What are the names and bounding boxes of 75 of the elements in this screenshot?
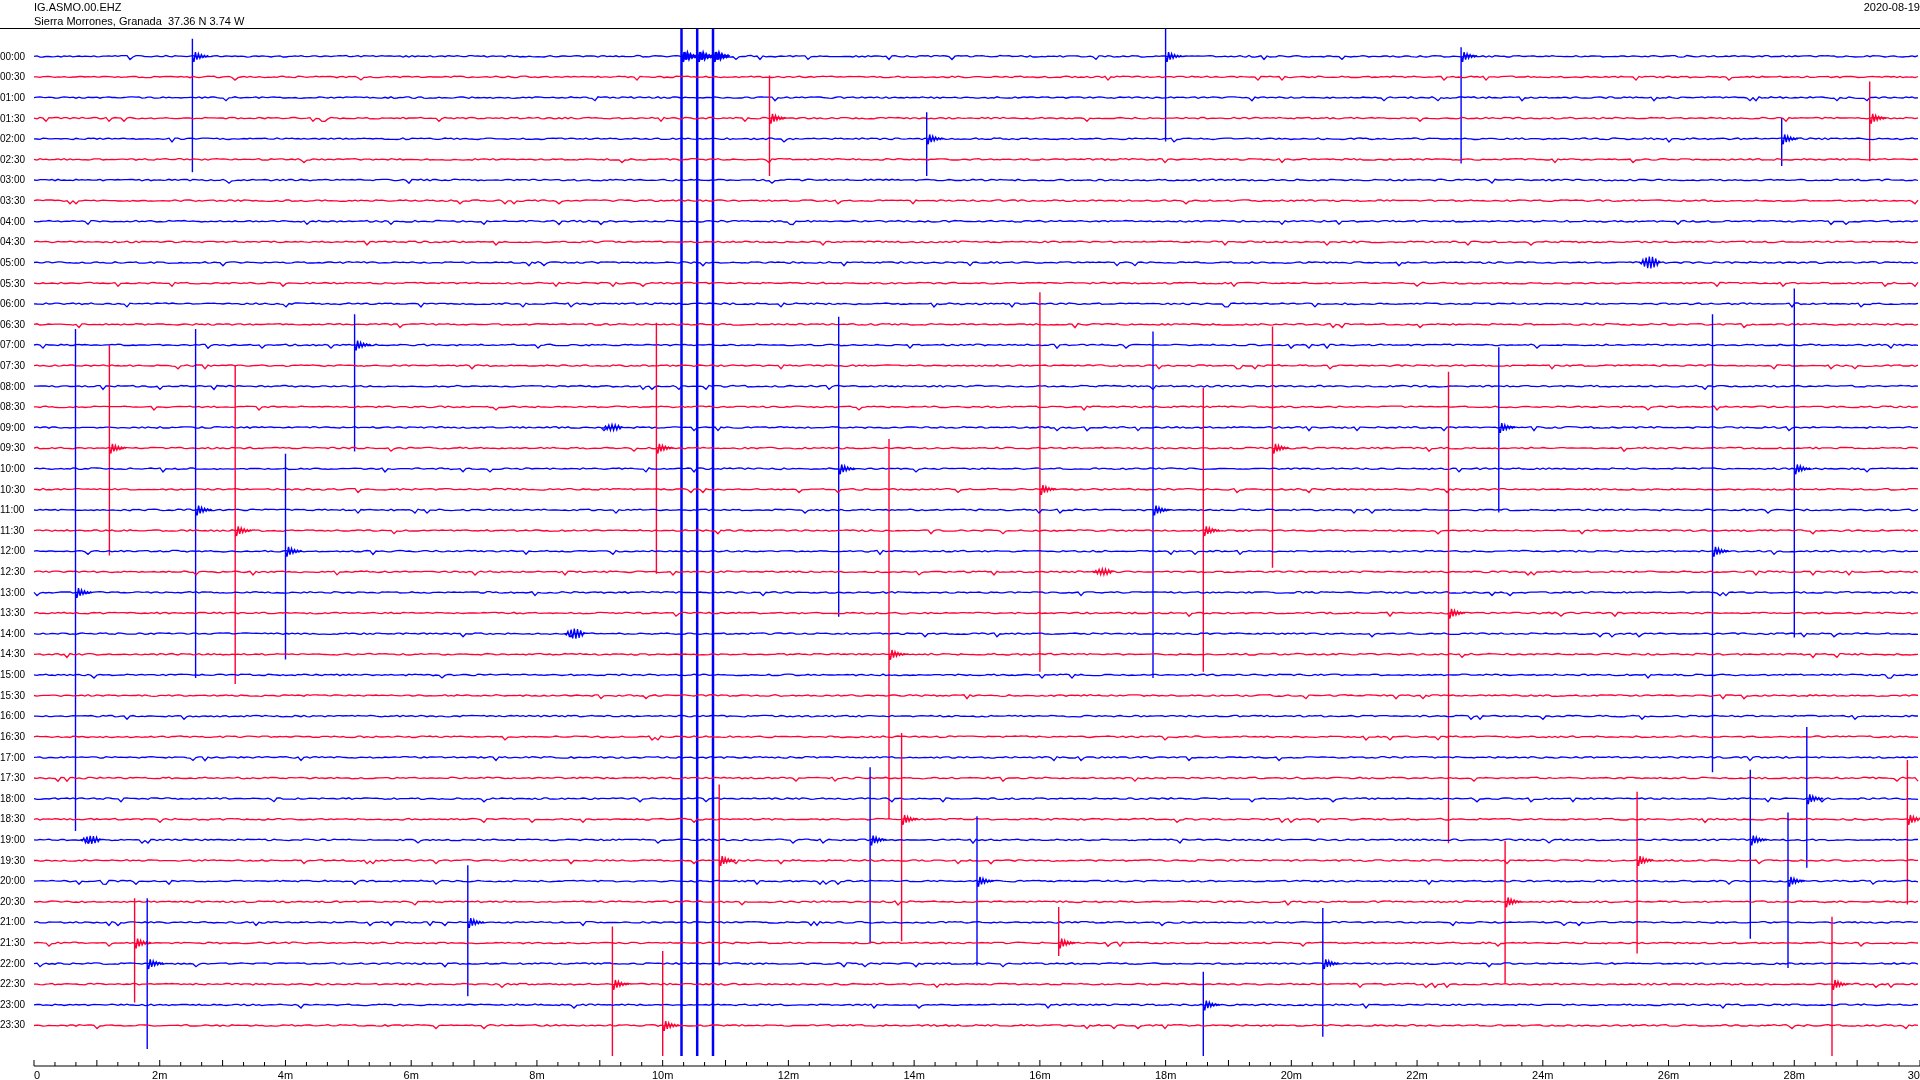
axis-tick-label: 20m	[1280, 1069, 1303, 1080]
time-label: 06:00	[0, 298, 26, 310]
time-label: 15:00	[0, 669, 26, 681]
time-label: 08:30	[0, 401, 26, 413]
time-label: 02:00	[0, 133, 26, 145]
time-label: 07:00	[0, 339, 26, 351]
axis-tick-label: 14m	[903, 1069, 925, 1080]
time-label: 07:30	[0, 359, 26, 371]
axis-tick-label: 30	[1907, 1069, 1920, 1080]
seismic-burst	[564, 628, 587, 640]
time-label: 09:00	[0, 421, 26, 433]
axis-tick-label: 16m	[1029, 1069, 1051, 1080]
time-label: 00:00	[0, 50, 26, 62]
time-label: 19:30	[0, 854, 26, 866]
time-label: 06:30	[0, 318, 26, 330]
time-label: 18:30	[0, 813, 26, 825]
station-code: IG.ASMO.00.EHZ	[34, 0, 122, 14]
time-label: 03:30	[0, 195, 26, 207]
time-label: 05:00	[0, 256, 26, 268]
time-label: 13:00	[0, 586, 26, 598]
record-date: 2020-08-19	[1863, 0, 1920, 14]
axis-tick-label: 6m	[403, 1069, 419, 1080]
time-label: 09:30	[0, 442, 26, 454]
time-label: 13:30	[0, 607, 26, 619]
time-label: 08:00	[0, 380, 26, 392]
time-label: 22:00	[0, 957, 26, 969]
time-label: 10:00	[0, 463, 26, 474]
axis-tick-label: 10m	[651, 1069, 674, 1080]
axis-tick-label: 24m	[1532, 1069, 1554, 1080]
time-label: 14:30	[0, 648, 26, 660]
seismic-spike	[1781, 117, 1799, 167]
time-label: 22:30	[0, 978, 26, 990]
seismic-burst	[1092, 566, 1115, 578]
time-label: 14:00	[0, 627, 26, 639]
axis-tick-label: 4m	[277, 1069, 294, 1080]
time-label: 11:30	[0, 524, 25, 536]
axis-tick-label: 2m	[152, 1069, 168, 1080]
time-label: 17:30	[0, 772, 26, 784]
time-label: 19:00	[0, 833, 26, 845]
seismic-burst	[1639, 255, 1662, 270]
time-label: 10:30	[0, 483, 26, 495]
time-label: 21:00	[0, 916, 26, 928]
seismic-spike	[1058, 906, 1076, 957]
axis-tick-label: 22m	[1406, 1069, 1428, 1080]
time-label: 17:00	[0, 751, 26, 763]
axis-tick-label: 18m	[1154, 1069, 1177, 1080]
time-label: 00:30	[0, 71, 26, 83]
axis-tick-label: 28m	[1783, 1069, 1805, 1080]
time-label: 11:00	[0, 504, 25, 516]
time-label: 16:00	[0, 710, 26, 722]
time-label: 12:00	[0, 545, 26, 557]
time-label: 20:00	[0, 875, 26, 887]
time-label: 01:00	[0, 92, 26, 103]
time-label: 18:00	[0, 792, 26, 804]
axis-tick-label: 8m	[529, 1069, 545, 1080]
time-label: 05:30	[0, 277, 26, 289]
station-location: Sierra Morrones, Granada 37.36 N 3.74 W	[34, 14, 245, 28]
time-label: 23:30	[0, 1019, 26, 1031]
time-label: 20:30	[0, 895, 26, 907]
time-label: 15:30	[0, 689, 26, 701]
time-label: 02:30	[0, 153, 26, 165]
seismic-burst	[79, 835, 103, 845]
axis-tick-label: 12m	[777, 1069, 800, 1080]
time-label: 01:30	[0, 112, 26, 124]
seismic-spike	[926, 111, 944, 177]
axis-tick-label: 26m	[1657, 1069, 1680, 1080]
seismic-burst	[601, 422, 624, 433]
time-label: 04:30	[0, 236, 26, 248]
time-label: 23:00	[0, 998, 26, 1010]
time-label: 16:30	[0, 730, 26, 742]
axis-tick-label: 0	[34, 1069, 41, 1080]
time-label: 21:30	[0, 937, 26, 948]
time-label: 12:30	[0, 566, 26, 578]
time-label: 03:00	[0, 174, 26, 186]
time-label: 04:00	[0, 215, 26, 227]
